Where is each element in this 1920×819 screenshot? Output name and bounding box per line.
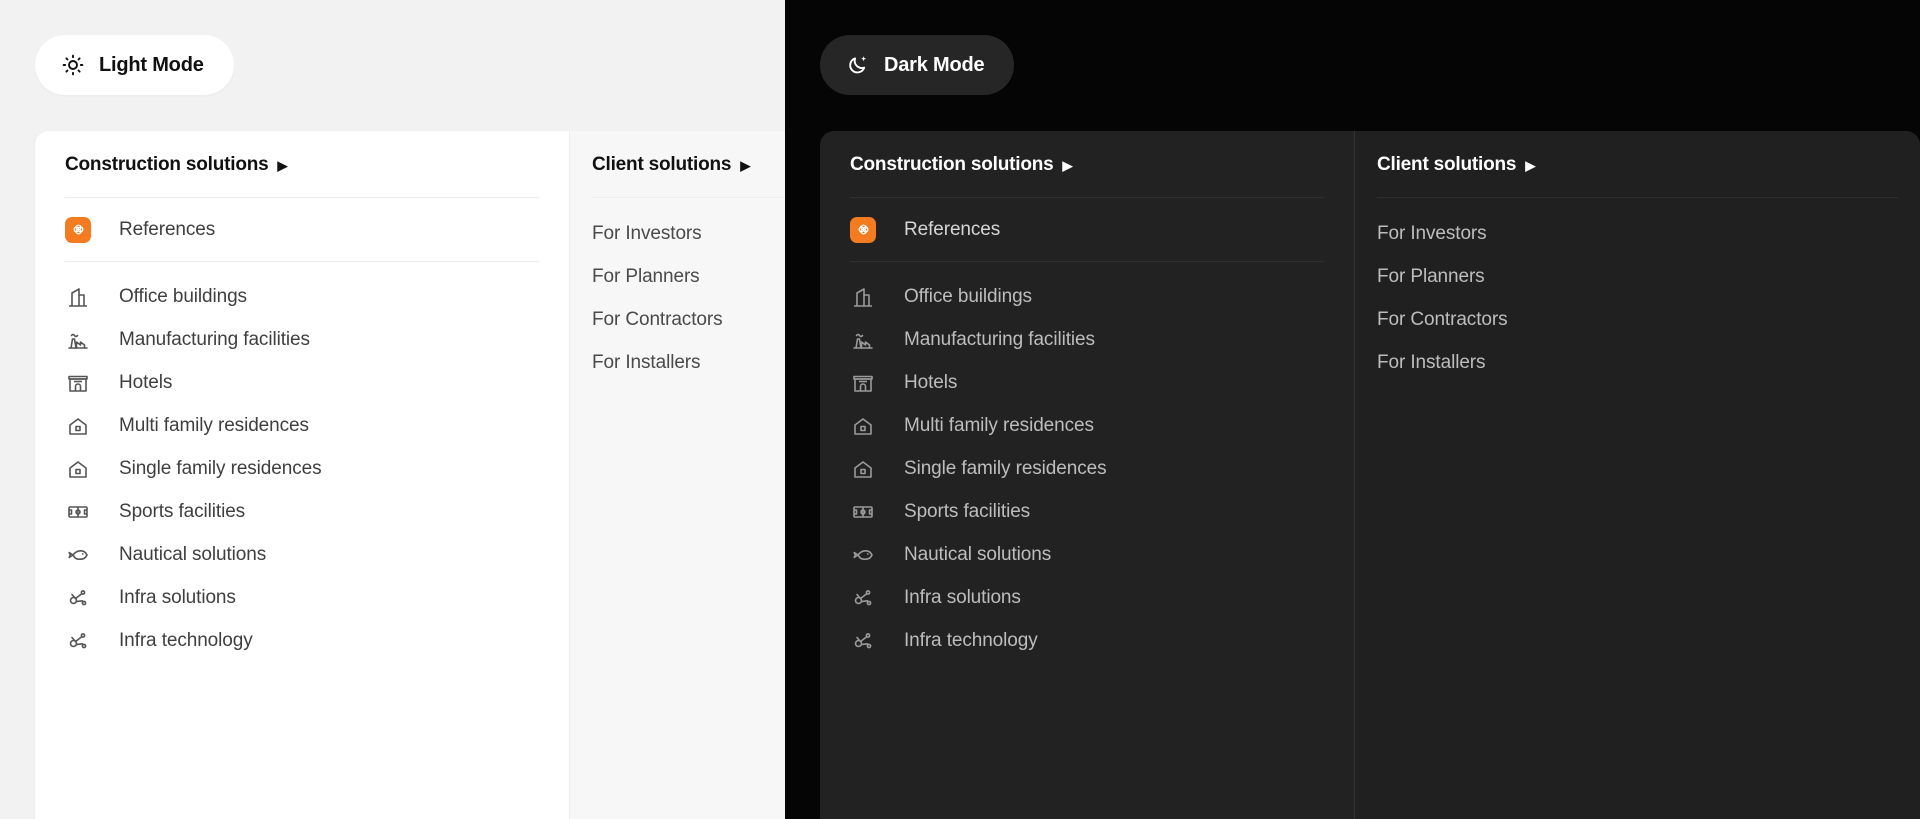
menu-item-label: References: [904, 218, 1001, 240]
menu-item-label: Office buildings: [904, 285, 1032, 307]
menu-item-label: Infra solutions: [904, 586, 1021, 608]
factory-icon: [65, 327, 91, 353]
light-mode-label: Light Mode: [99, 53, 204, 76]
client-item-for-installers[interactable]: For Installers: [1377, 341, 1898, 384]
menu-item-label: Infra technology: [119, 629, 253, 651]
divider: [592, 197, 785, 198]
moon-icon: [846, 53, 870, 77]
menu-item-sports-facilities[interactable]: Sports facilities: [850, 490, 1324, 533]
sports-field-icon: [850, 499, 876, 525]
sun-icon: [61, 53, 85, 77]
single-family-home-icon: [65, 456, 91, 482]
menu-item-manufacturing-facilities[interactable]: Manufacturing facilities: [65, 318, 539, 361]
light-mode-panel: Light Mode Construction solutions ▶ Refe…: [0, 0, 785, 819]
multi-family-home-icon: [65, 413, 91, 439]
menu-item-label: Nautical solutions: [904, 543, 1052, 565]
dark-mode-toggle-button[interactable]: Dark Mode: [820, 35, 1015, 95]
menu-item-label: Hotels: [904, 371, 958, 393]
single-family-home-icon: [850, 456, 876, 482]
dark-construction-column: Construction solutions ▶ References Offi…: [820, 131, 1354, 819]
dark-mode-label: Dark Mode: [884, 53, 985, 76]
client-item-for-investors[interactable]: For Investors: [1377, 212, 1898, 255]
light-construction-column: Construction solutions ▶ References Offi…: [35, 131, 569, 819]
menu-item-hotels[interactable]: Hotels: [850, 361, 1324, 404]
menu-item-manufacturing-facilities[interactable]: Manufacturing facilities: [850, 318, 1324, 361]
menu-item-label: Sports facilities: [119, 500, 246, 522]
menu-item-infra-technology[interactable]: Infra technology: [65, 619, 539, 662]
menu-item-references[interactable]: References: [850, 198, 1324, 261]
menu-item-label: Office buildings: [119, 285, 247, 307]
light-client-solutions-header[interactable]: Client solutions ▶: [592, 131, 785, 197]
light-menu-card: Construction solutions ▶ References Offi…: [35, 131, 785, 819]
network-node-icon: [65, 585, 91, 611]
theme-comparison-stage: Light Mode Construction solutions ▶ Refe…: [0, 0, 1920, 819]
menu-item-label: Multi family residences: [904, 414, 1094, 436]
menu-item-label: Multi family residences: [119, 414, 309, 436]
menu-item-label: Hotels: [119, 371, 173, 393]
menu-item-references[interactable]: References: [65, 198, 539, 261]
fish-icon: [65, 542, 91, 568]
dark-mode-panel: Dark Mode Construction solutions ▶ Refer…: [785, 0, 1920, 819]
light-mode-toggle-button[interactable]: Light Mode: [35, 35, 234, 95]
menu-item-infra-solutions[interactable]: Infra solutions: [850, 576, 1324, 619]
header-text: Client solutions: [592, 154, 732, 175]
caret-right-icon: ▶: [1525, 157, 1536, 173]
network-node-icon: [850, 628, 876, 654]
client-item-for-planners[interactable]: For Planners: [592, 255, 785, 298]
menu-item-infra-technology[interactable]: Infra technology: [850, 619, 1324, 662]
network-node-icon: [65, 628, 91, 654]
light-construction-solutions-header[interactable]: Construction solutions ▶: [65, 131, 539, 197]
menu-item-office-buildings[interactable]: Office buildings: [65, 275, 539, 318]
menu-item-hotels[interactable]: Hotels: [65, 361, 539, 404]
menu-item-nautical-solutions[interactable]: Nautical solutions: [65, 533, 539, 576]
multi-family-home-icon: [850, 413, 876, 439]
dark-construction-solutions-header[interactable]: Construction solutions ▶: [850, 131, 1324, 197]
office-building-icon: [850, 284, 876, 310]
menu-item-label: Manufacturing facilities: [904, 328, 1095, 350]
divider: [1377, 197, 1898, 198]
references-badge-icon: [65, 216, 91, 243]
menu-item-label: Nautical solutions: [119, 543, 267, 565]
caret-right-icon: ▶: [1062, 157, 1073, 173]
menu-item-infra-solutions[interactable]: Infra solutions: [65, 576, 539, 619]
menu-item-sports-facilities[interactable]: Sports facilities: [65, 490, 539, 533]
menu-item-label: Single family residences: [904, 457, 1107, 479]
light-client-column: Client solutions ▶ For Investors For Pla…: [569, 131, 785, 819]
menu-item-multi-family-residences[interactable]: Multi family residences: [65, 404, 539, 447]
menu-item-label: References: [119, 218, 216, 240]
factory-icon: [850, 327, 876, 353]
caret-right-icon: ▶: [740, 157, 751, 173]
menu-item-label: Sports facilities: [904, 500, 1031, 522]
dark-menu-card: Construction solutions ▶ References Offi…: [820, 131, 1920, 819]
caret-right-icon: ▶: [277, 157, 288, 173]
menu-item-label: Infra solutions: [119, 586, 236, 608]
hotel-icon: [850, 370, 876, 396]
hotel-icon: [65, 370, 91, 396]
fish-icon: [850, 542, 876, 568]
sports-field-icon: [65, 499, 91, 525]
dark-client-column: Client solutions ▶ For Investors For Pla…: [1354, 131, 1920, 819]
menu-item-label: Manufacturing facilities: [119, 328, 310, 350]
client-item-for-investors[interactable]: For Investors: [592, 212, 785, 255]
header-text: Construction solutions: [65, 154, 269, 175]
office-building-icon: [65, 284, 91, 310]
menu-item-label: Single family residences: [119, 457, 322, 479]
menu-item-single-family-residences[interactable]: Single family residences: [850, 447, 1324, 490]
menu-item-single-family-residences[interactable]: Single family residences: [65, 447, 539, 490]
menu-item-multi-family-residences[interactable]: Multi family residences: [850, 404, 1324, 447]
client-item-for-planners[interactable]: For Planners: [1377, 255, 1898, 298]
references-badge-icon: [850, 216, 876, 243]
menu-item-office-buildings[interactable]: Office buildings: [850, 275, 1324, 318]
network-node-icon: [850, 585, 876, 611]
client-item-for-contractors[interactable]: For Contractors: [592, 298, 785, 341]
menu-item-nautical-solutions[interactable]: Nautical solutions: [850, 533, 1324, 576]
dark-client-solutions-header[interactable]: Client solutions ▶: [1377, 131, 1898, 197]
menu-item-label: Infra technology: [904, 629, 1038, 651]
header-text: Client solutions: [1377, 154, 1517, 175]
client-item-for-installers[interactable]: For Installers: [592, 341, 785, 384]
header-text: Construction solutions: [850, 154, 1054, 175]
client-item-for-contractors[interactable]: For Contractors: [1377, 298, 1898, 341]
